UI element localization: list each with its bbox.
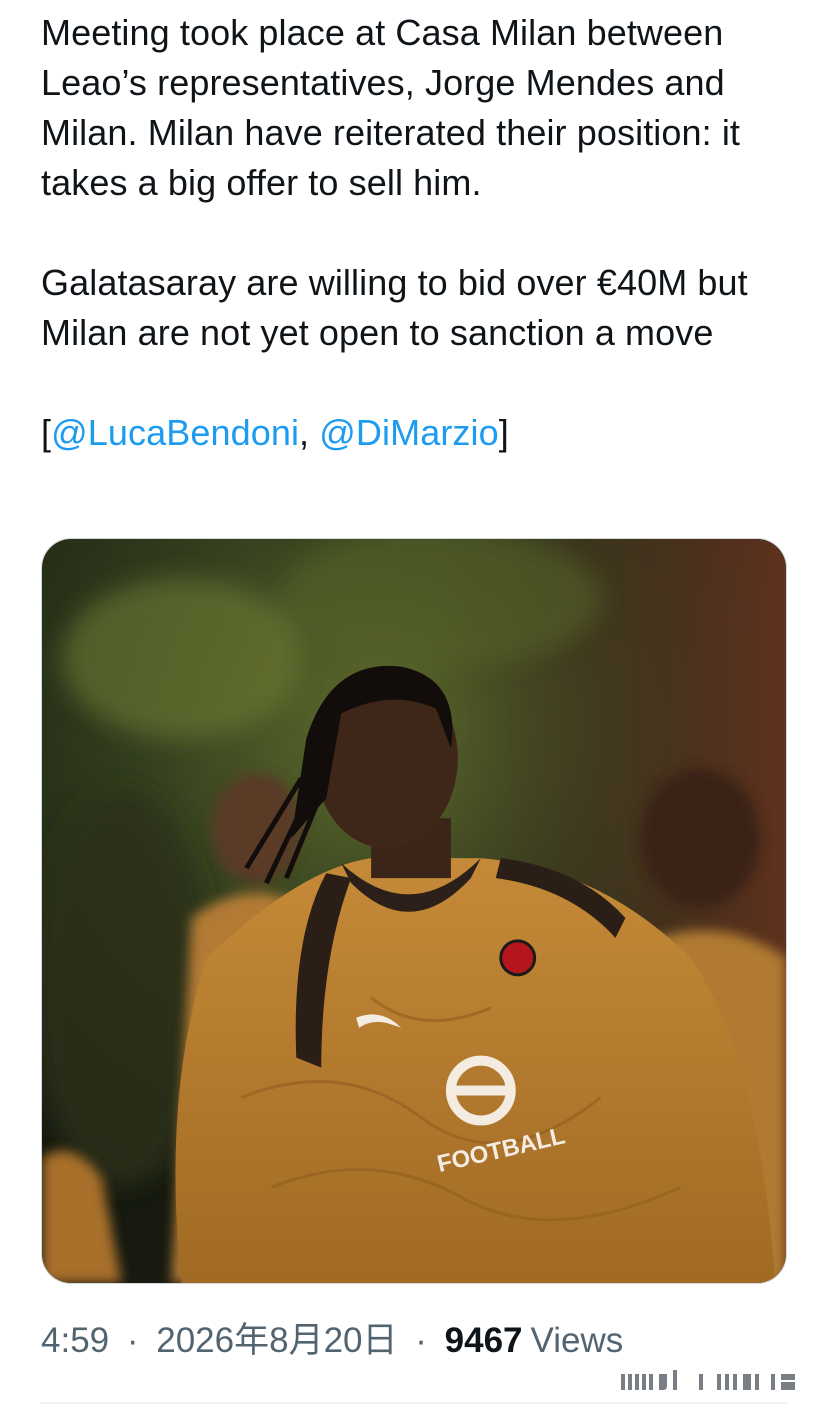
meta-separator: · xyxy=(126,1321,139,1360)
mention-di-marzio[interactable]: @DiMarzio xyxy=(319,412,498,453)
mention-separator: , xyxy=(299,412,320,453)
tweet-paragraph-2: Galatasaray are willing to bid over €40M… xyxy=(41,262,748,353)
bracket-close: ] xyxy=(498,412,509,453)
mention-luca-bendoni[interactable]: @LucaBendoni xyxy=(51,412,299,453)
bracket-open: [ xyxy=(41,412,52,453)
tweet-paragraph-1: Meeting took place at Casa Milan between… xyxy=(41,12,741,203)
player-photo-illustration: FOOTBALL xyxy=(42,539,786,1283)
meta-separator: · xyxy=(415,1321,427,1360)
watermark-icon xyxy=(621,1370,795,1390)
tweet-mentions: [@LucaBendoni, @DiMarzio] xyxy=(41,408,801,458)
tweet-meta: 4:59 · 2026年8月20日 · 9467 Views xyxy=(41,1316,623,1366)
tweet-photo[interactable]: FOOTBALL xyxy=(41,538,787,1284)
tweet-date[interactable]: 2026年8月20日 xyxy=(156,1321,397,1360)
tweet-text: Meeting took place at Casa Milan between… xyxy=(41,8,801,458)
tweet-time[interactable]: 4:59 xyxy=(41,1321,109,1360)
views-label: Views xyxy=(530,1321,624,1360)
bottom-divider xyxy=(41,1402,787,1404)
views-count: 9467 xyxy=(444,1321,523,1360)
